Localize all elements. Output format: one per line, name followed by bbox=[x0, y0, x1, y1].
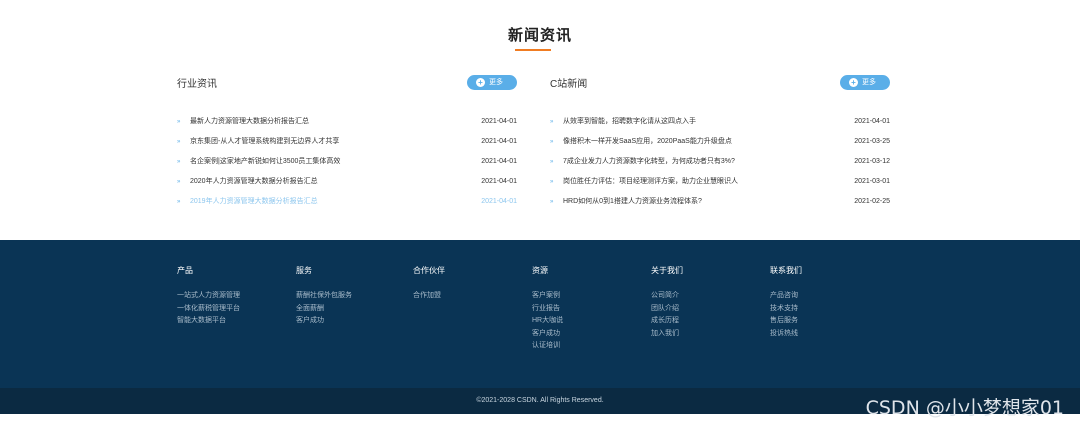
footer-column-partners: 合作伙伴 合作加盟 bbox=[413, 264, 445, 303]
more-label: 更多 bbox=[489, 79, 503, 86]
news-item[interactable]: » 从效率到智能，招聘数字化请从这四点入手 2021-04-01 bbox=[550, 115, 890, 135]
plus-icon: + bbox=[476, 78, 485, 87]
footer-column-title: 服务 bbox=[296, 266, 312, 275]
double-arrow-icon: » bbox=[177, 119, 181, 125]
news-item[interactable]: » 最新人力资源管理大数据分析报告汇总 2021-04-01 bbox=[177, 115, 517, 135]
news-item[interactable]: » 京东集团-从人才管理系统构建到无边界人才共享 2021-04-01 bbox=[177, 135, 517, 155]
news-item[interactable]: » 岗位胜任力评估：项目经理测评方案，助力企业慧眼识人 2021-03-01 bbox=[550, 175, 890, 195]
footer-link[interactable]: 客户成功 bbox=[296, 315, 352, 328]
news-item-date: 2021-03-01 bbox=[854, 178, 890, 185]
news-item-title: 2019年人力资源管理大数据分析报告汇总 bbox=[190, 198, 318, 205]
footer-column-title: 资源 bbox=[532, 266, 548, 275]
news-item-hovered[interactable]: » 2019年人力资源管理大数据分析报告汇总 2021-04-01 bbox=[177, 195, 517, 215]
column-header: 行业资讯 + 更多 bbox=[177, 74, 517, 92]
news-item-date: 2021-02-25 bbox=[854, 198, 890, 205]
industry-news-column: 行业资讯 + 更多 » 最新人力资源管理大数据分析报告汇总 2021-04-01 » 京… bbox=[177, 74, 517, 215]
news-item-title: 名企案例|这家地产新锐如何让3500员工集体高效 bbox=[190, 158, 341, 165]
news-item-title: 最新人力资源管理大数据分析报告汇总 bbox=[190, 118, 309, 125]
news-item-title: 京东集团-从人才管理系统构建到无边界人才共享 bbox=[190, 138, 340, 145]
news-item-date: 2021-03-12 bbox=[854, 158, 890, 165]
footer-link[interactable]: 全面薪酬 bbox=[296, 303, 352, 316]
double-arrow-icon: » bbox=[550, 139, 554, 145]
footer-link[interactable]: 认证培训 bbox=[532, 340, 563, 353]
news-list: » 从效率到智能，招聘数字化请从这四点入手 2021-04-01 » 像搭积木一样开发… bbox=[550, 115, 890, 215]
double-arrow-icon: » bbox=[550, 119, 554, 125]
footer-link[interactable]: 团队介绍 bbox=[651, 303, 683, 316]
footer-link[interactable]: 投诉热线 bbox=[770, 328, 802, 341]
more-button-csdn[interactable]: + 更多 bbox=[840, 75, 890, 90]
news-item-title: 像搭积木一样开发SaaS应用，2020PaaS能力升级盘点 bbox=[563, 138, 732, 145]
footer-link[interactable]: 智能大数据平台 bbox=[177, 315, 240, 328]
news-item-date: 2021-04-01 bbox=[481, 158, 517, 165]
double-arrow-icon: » bbox=[550, 179, 554, 185]
double-arrow-icon: » bbox=[550, 159, 554, 165]
footer-link[interactable]: 公司简介 bbox=[651, 290, 683, 303]
news-section: 新闻资讯 行业资讯 + 更多 » 最新人力资源管理大数据分析报告汇总 2021-04-… bbox=[0, 0, 1080, 240]
footer-column-title: 联系我们 bbox=[770, 266, 802, 275]
column-title: C站新闻 bbox=[550, 79, 588, 90]
double-arrow-icon: » bbox=[177, 139, 181, 145]
footer-link[interactable]: 客户成功 bbox=[532, 328, 563, 341]
news-item-title: 从效率到智能，招聘数字化请从这四点入手 bbox=[563, 118, 696, 125]
footer-link[interactable]: 薪酬社保外包服务 bbox=[296, 290, 352, 303]
footer-column-title: 产品 bbox=[177, 266, 193, 275]
column-header: C站新闻 + 更多 bbox=[550, 74, 890, 92]
title-underline bbox=[515, 49, 551, 51]
double-arrow-icon: » bbox=[177, 199, 181, 205]
watermark: CSDN @小小梦想家01 bbox=[865, 397, 1064, 419]
footer-column-products: 产品 一站式人力资源管理 一体化薪税管理平台 智能大数据平台 bbox=[177, 264, 240, 328]
footer-link[interactable]: 成长历程 bbox=[651, 315, 683, 328]
double-arrow-icon: » bbox=[177, 159, 181, 165]
section-title: 新闻资讯 bbox=[507, 27, 572, 44]
news-item-title: HRD如何从0到1搭建人力资源业务流程体系? bbox=[563, 198, 702, 205]
news-item-date: 2021-04-01 bbox=[481, 178, 517, 185]
footer-link[interactable]: 行业报告 bbox=[532, 303, 563, 316]
more-button-industry[interactable]: + 更多 bbox=[467, 75, 517, 90]
news-item[interactable]: » 像搭积木一样开发SaaS应用，2020PaaS能力升级盘点 2021-03-25 bbox=[550, 135, 890, 155]
site-footer: 产品 一站式人力资源管理 一体化薪税管理平台 智能大数据平台 服务 薪酬社保外包… bbox=[0, 240, 1080, 388]
news-item[interactable]: » 2020年人力资源管理大数据分析报告汇总 2021-04-01 bbox=[177, 175, 517, 195]
footer-link[interactable]: 加入我们 bbox=[651, 328, 683, 341]
column-title: 行业资讯 bbox=[177, 79, 217, 90]
footer-link[interactable]: 售后服务 bbox=[770, 315, 802, 328]
double-arrow-icon: » bbox=[550, 199, 554, 205]
news-item-title: 2020年人力资源管理大数据分析报告汇总 bbox=[190, 178, 318, 185]
news-item-date: 2021-03-25 bbox=[854, 138, 890, 145]
news-item-title: 岗位胜任力评估：项目经理测评方案，助力企业慧眼识人 bbox=[563, 178, 738, 185]
news-item-date: 2021-04-01 bbox=[481, 118, 517, 125]
news-item-date: 2021-04-01 bbox=[481, 138, 517, 145]
more-label: 更多 bbox=[862, 79, 876, 86]
news-item[interactable]: » 名企案例|这家地产新锐如何让3500员工集体高效 2021-04-01 bbox=[177, 155, 517, 175]
footer-column-about: 关于我们 公司简介 团队介绍 成长历程 加入我们 bbox=[651, 264, 683, 340]
double-arrow-icon: » bbox=[177, 179, 181, 185]
footer-link[interactable]: 一体化薪税管理平台 bbox=[177, 303, 240, 316]
footer-column-contact: 联系我们 产品咨询 技术支持 售后服务 投诉热线 bbox=[770, 264, 802, 340]
footer-column-resources: 资源 客户案例 行业报告 HR大咖说 客户成功 认证培训 bbox=[532, 264, 563, 353]
news-item-date: 2021-04-01 bbox=[854, 118, 890, 125]
news-list: » 最新人力资源管理大数据分析报告汇总 2021-04-01 » 京东集团-从人才管理… bbox=[177, 115, 517, 215]
news-item[interactable]: » 7成企业发力人力资源数字化转型，为何成功者只有3%? 2021-03-12 bbox=[550, 155, 890, 175]
news-item-date: 2021-04-01 bbox=[481, 198, 517, 205]
news-item-title: 7成企业发力人力资源数字化转型，为何成功者只有3%? bbox=[563, 158, 735, 165]
news-item[interactable]: » HRD如何从0到1搭建人力资源业务流程体系? 2021-02-25 bbox=[550, 195, 890, 215]
footer-link[interactable]: 合作加盟 bbox=[413, 290, 445, 303]
footer-column-title: 合作伙伴 bbox=[413, 266, 445, 275]
footer-link[interactable]: HR大咖说 bbox=[532, 315, 563, 328]
footer-link[interactable]: 客户案例 bbox=[532, 290, 563, 303]
footer-column-title: 关于我们 bbox=[651, 266, 683, 275]
csdn-news-column: C站新闻 + 更多 » 从效率到智能，招聘数字化请从这四点入手 2021-04-01 … bbox=[550, 74, 890, 215]
plus-icon: + bbox=[849, 78, 858, 87]
footer-link[interactable]: 产品咨询 bbox=[770, 290, 802, 303]
footer-link[interactable]: 一站式人力资源管理 bbox=[177, 290, 240, 303]
footer-column-services: 服务 薪酬社保外包服务 全面薪酬 客户成功 bbox=[296, 264, 352, 328]
footer-link[interactable]: 技术支持 bbox=[770, 303, 802, 316]
